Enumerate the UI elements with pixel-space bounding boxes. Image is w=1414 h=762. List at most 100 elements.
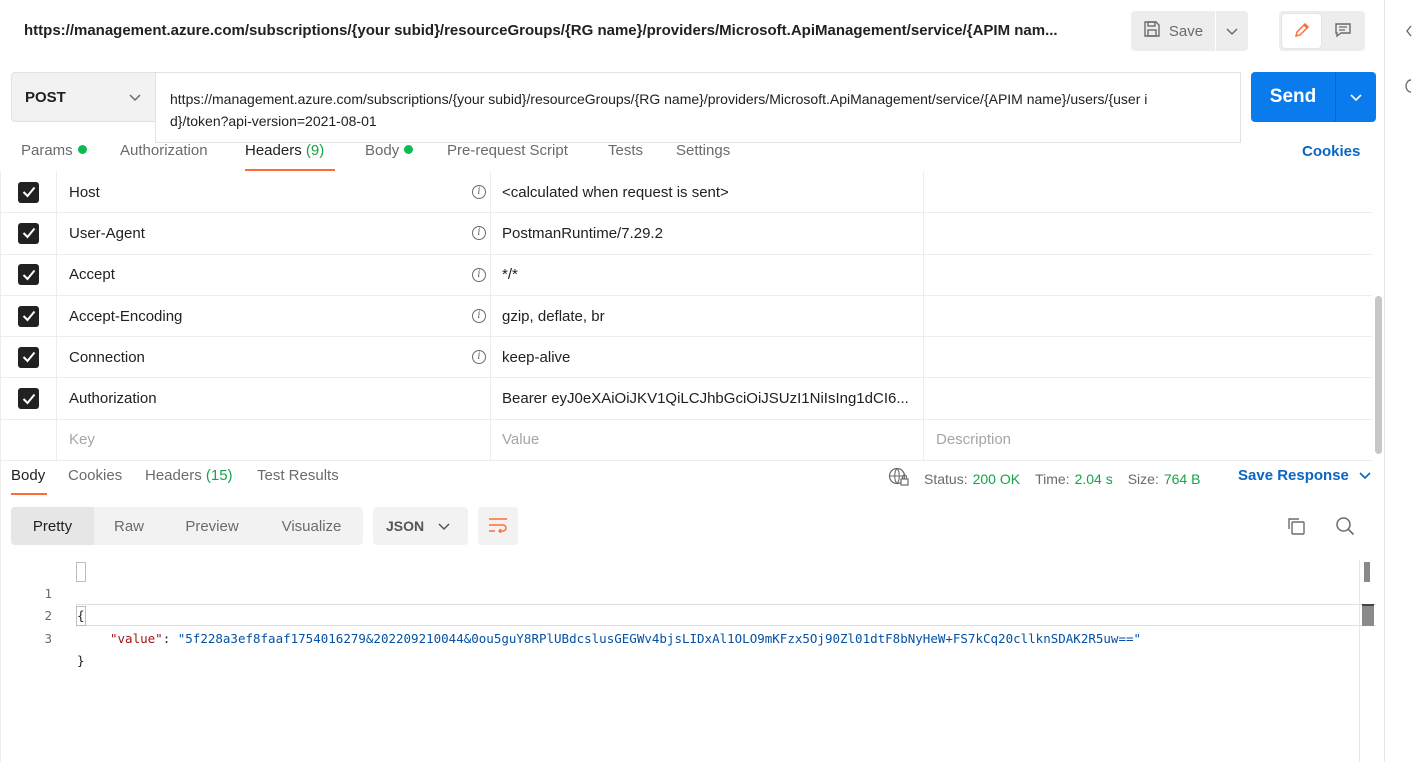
search-button[interactable]	[1332, 514, 1358, 540]
header-description-cell[interactable]	[924, 378, 1372, 418]
header-description-cell[interactable]	[924, 296, 1372, 336]
globe-lock-icon[interactable]	[888, 467, 910, 490]
header-value-cell[interactable]: keep-alive	[491, 337, 924, 378]
tab-headers[interactable]: Headers (9)	[245, 142, 324, 172]
header-value-cell[interactable]: gzip, deflate, br	[491, 295, 924, 337]
view-raw[interactable]: Raw	[94, 507, 164, 545]
save-button[interactable]: Save	[1131, 11, 1215, 51]
header-description-cell[interactable]	[924, 337, 1372, 377]
tab-body[interactable]: Body	[365, 142, 414, 172]
size-value[interactable]: 764 B	[1164, 471, 1201, 487]
code-line: 3 }	[0, 605, 1360, 669]
save-response-button[interactable]: Save Response	[1238, 467, 1371, 484]
response-body-editor[interactable]: 1 { 2 "value": "5f228a3ef8faaf1754016279…	[0, 560, 1360, 669]
comments-button[interactable]	[1323, 14, 1362, 48]
format-select[interactable]: JSON	[373, 507, 468, 545]
header-row: Accept i */*	[1, 254, 1372, 296]
headers-scrollbar-thumb[interactable]	[1375, 296, 1382, 454]
response-tab-body[interactable]: Body	[11, 467, 45, 484]
save-label: Save	[1168, 22, 1204, 40]
tab-params[interactable]: Params	[21, 142, 87, 172]
checkbox-checked-icon[interactable]	[18, 264, 39, 286]
cookies-link[interactable]: Cookies	[1302, 143, 1360, 160]
wrap-lines-button[interactable]	[478, 507, 518, 545]
tab-tests[interactable]: Tests	[608, 142, 643, 172]
tab-authorization[interactable]: Authorization	[120, 142, 208, 172]
info-icon[interactable]: i	[472, 226, 486, 241]
right-sidebar	[1384, 0, 1414, 762]
headers-scrollbar[interactable]	[1374, 174, 1382, 456]
code-text: }	[77, 653, 85, 668]
response-view-selector: Pretty Raw Preview Visualize	[11, 507, 363, 545]
header-value-cell[interactable]: Bearer eyJ0eXAiOiJKV1QiLCJhbGciOiJSUzI1N…	[491, 378, 924, 419]
active-tab-indicator	[245, 169, 335, 171]
view-visualize[interactable]: Visualize	[260, 507, 363, 545]
response-tab-test-results[interactable]: Test Results	[257, 467, 339, 484]
json-value: "5f228a3ef8faaf1754016279&202209210044&0…	[177, 630, 1142, 646]
save-response-label: Save Response	[1238, 467, 1349, 484]
header-key-cell[interactable]: Accept i	[57, 254, 491, 295]
tab-prerequest-script[interactable]: Pre-request Script	[447, 142, 568, 172]
save-options-button[interactable]	[1215, 11, 1248, 51]
header-key-cell[interactable]: Authorization	[57, 378, 491, 419]
send-options-button[interactable]	[1335, 72, 1376, 122]
header-description-cell[interactable]	[924, 255, 1372, 295]
checkbox-checked-icon[interactable]	[18, 346, 39, 368]
time-value[interactable]: 2.04 s	[1075, 471, 1113, 487]
code-scrollbar[interactable]	[1359, 560, 1360, 762]
header-key-cell[interactable]: Connection i	[57, 337, 491, 378]
status-label: Status:	[924, 470, 968, 487]
header-enable-cell	[1, 295, 57, 337]
header-key-cell[interactable]: User-Agent i	[57, 213, 491, 254]
response-tab-headers[interactable]: Headers (15)	[145, 467, 233, 484]
view-preview[interactable]: Preview	[164, 507, 260, 545]
edit-mode-button[interactable]	[1282, 14, 1321, 48]
new-header-description-input[interactable]: Description	[924, 420, 1372, 460]
status-value[interactable]: 200 OK	[973, 471, 1020, 487]
new-header-value-input[interactable]: Value	[491, 419, 924, 461]
header-value-cell[interactable]: <calculated when request is sent>	[491, 172, 924, 213]
method-label: POST	[25, 88, 66, 106]
sidebar-icons[interactable]	[1385, 0, 1414, 110]
checkbox-checked-icon[interactable]	[18, 222, 39, 244]
checkbox-checked-icon[interactable]	[18, 388, 39, 410]
method-select[interactable]: POST	[11, 72, 156, 122]
info-icon[interactable]: i	[472, 350, 486, 365]
header-key: Accept	[69, 266, 115, 284]
header-description-cell[interactable]	[924, 213, 1372, 253]
send-button-group: Send	[1251, 72, 1376, 122]
header-value: <calculated when request is sent>	[502, 183, 729, 201]
info-icon[interactable]: i	[472, 267, 486, 282]
header-key-cell[interactable]: Host i	[57, 172, 491, 213]
copy-button[interactable]	[1283, 514, 1309, 540]
size-label: Size:	[1127, 470, 1159, 487]
header-key: Authorization	[69, 390, 157, 408]
header-key-cell[interactable]: Accept-Encoding i	[57, 295, 491, 337]
tab-settings[interactable]: Settings	[676, 142, 730, 172]
search-icon	[1335, 516, 1355, 539]
info-icon[interactable]: i	[472, 309, 486, 324]
code-line: 1 {	[0, 560, 1360, 624]
send-button[interactable]: Send	[1251, 72, 1335, 122]
chevron-down-icon	[129, 89, 141, 105]
request-title[interactable]: https://management.azure.com/subscriptio…	[24, 22, 1104, 39]
code-scroll-marker	[1364, 562, 1370, 582]
view-pretty[interactable]: Pretty	[11, 507, 94, 545]
header-row: Connection i keep-alive	[1, 337, 1372, 379]
response-meta: Status: 200 OK Time: 2.04 s Size: 764 B	[888, 467, 1215, 490]
response-tab-cookies[interactable]: Cookies	[68, 467, 122, 484]
header-value-cell[interactable]: */*	[491, 254, 924, 295]
save-button-group: Save	[1131, 11, 1248, 51]
tab-headers-count: (9)	[305, 142, 325, 159]
url-input[interactable]: https://management.azure.com/subscriptio…	[155, 72, 1241, 143]
checkbox-checked-icon[interactable]	[18, 181, 39, 203]
header-value-cell[interactable]: PostmanRuntime/7.29.2	[491, 213, 924, 254]
header-description-cell[interactable]	[924, 172, 1372, 212]
response-tab-headers-count: (15)	[205, 467, 233, 484]
tab-params-label: Params	[21, 142, 73, 159]
code-line: 2 "value": "5f228a3ef8faaf1754016279&202…	[0, 583, 1360, 646]
header-row: Accept-Encoding i gzip, deflate, br	[1, 295, 1372, 338]
checkbox-checked-icon[interactable]	[18, 305, 39, 327]
new-header-key-input[interactable]: Key	[57, 419, 491, 461]
info-icon[interactable]: i	[472, 185, 486, 200]
